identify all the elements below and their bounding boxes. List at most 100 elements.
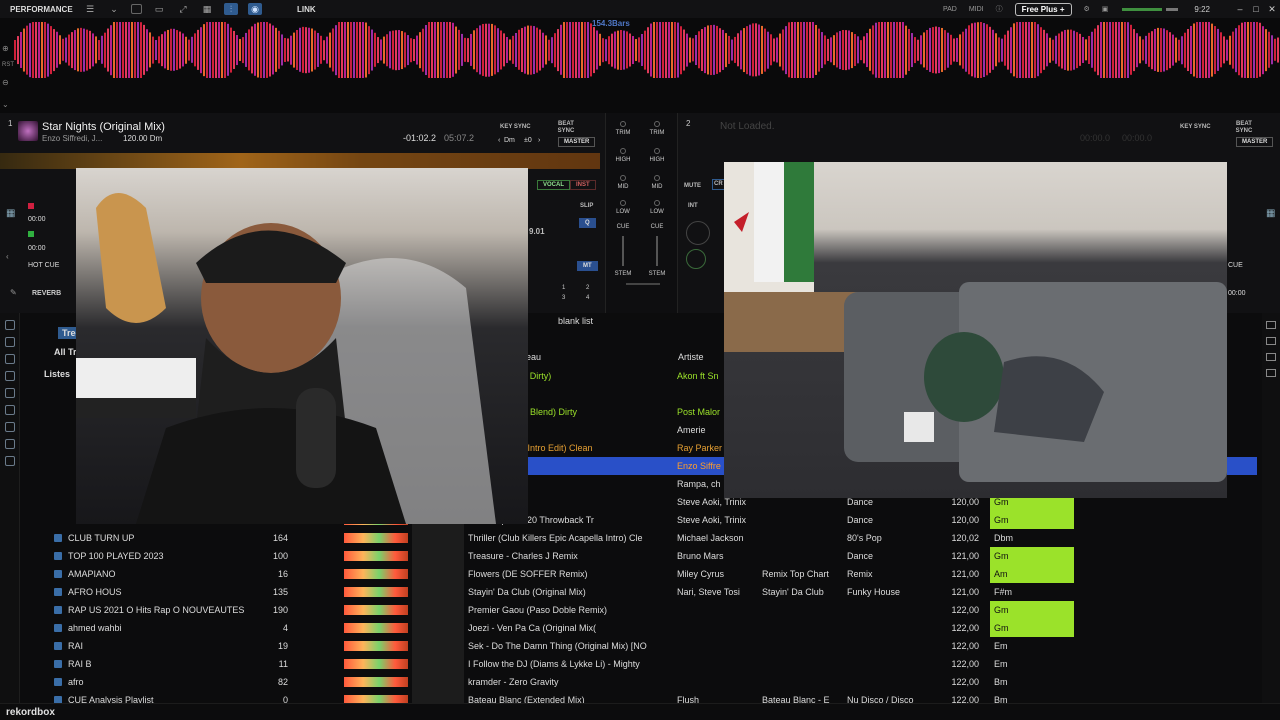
link-button[interactable]: LINK xyxy=(297,5,316,14)
key-chevron-left-icon[interactable]: ‹ xyxy=(498,137,500,144)
table-row[interactable]: Joezi - Ven Pa Ca (Original Mix(122,00 Gm xyxy=(322,619,1257,637)
channel-fader[interactable] xyxy=(656,236,658,266)
zoom-out-icon[interactable]: ⊖ xyxy=(2,78,9,87)
table-row[interactable]: Sek - Do The Damn Thing (Original Mix) [… xyxy=(322,637,1257,655)
info-icon[interactable]: ⓘ xyxy=(996,4,1003,14)
grid-icon[interactable] xyxy=(1266,369,1276,377)
fx-icon[interactable]: ✎ xyxy=(10,288,17,297)
quantize-button[interactable]: Q xyxy=(579,218,596,228)
table-row[interactable]: Flowers (DE SOFFER Remix) Miley Cyrus Remi… xyxy=(322,565,1257,583)
hot-cue-dropdown[interactable]: HOT CUE xyxy=(28,262,59,269)
sync-icon[interactable]: ◉ xyxy=(248,3,262,15)
midi-label[interactable]: MIDI xyxy=(969,6,984,13)
close-icon[interactable]: ✕ xyxy=(1264,4,1280,15)
tag-icon[interactable] xyxy=(1266,337,1276,345)
tag-icon[interactable] xyxy=(4,388,15,398)
cr-button[interactable]: CR xyxy=(712,179,725,190)
play-button[interactable] xyxy=(686,249,706,269)
zoom-in-icon[interactable]: ⊕ xyxy=(2,44,9,53)
key-chevron-right-icon[interactable]: › xyxy=(538,137,540,144)
device-icon[interactable] xyxy=(4,422,15,432)
mini-waveform xyxy=(344,659,408,669)
hot-cue-a[interactable] xyxy=(28,203,34,209)
cue-button[interactable]: CUE xyxy=(646,223,668,232)
stem-button[interactable]: STEM xyxy=(646,270,668,279)
blank-list-tab[interactable]: blank list xyxy=(558,316,593,326)
table-row[interactable]: I Follow the DJ (Diams & Lykke Li) - Mig… xyxy=(322,655,1257,673)
deck-1-waveform[interactable] xyxy=(0,153,600,169)
hot-cue-b[interactable] xyxy=(28,231,34,237)
layout-icon[interactable]: ☰ xyxy=(83,3,97,15)
table-row[interactable]: kramder - Zero Gravity 122,00 Bm xyxy=(322,673,1257,691)
grid-icon[interactable]: ▦ xyxy=(6,208,15,219)
master-tempo-button[interactable]: MT xyxy=(577,261,598,271)
mute-button[interactable]: MUTE xyxy=(684,183,701,190)
mixer-icon[interactable]: ⫶ xyxy=(224,3,238,15)
master-button[interactable]: MASTER xyxy=(1236,137,1274,147)
minimize-icon[interactable]: – xyxy=(1232,4,1248,14)
hot-cue-dropdown[interactable]: CUE xyxy=(1228,262,1243,269)
channel-fader[interactable] xyxy=(622,236,624,266)
table-row[interactable]: Thriller (Club Killers Epic Acapella Int… xyxy=(322,529,1257,547)
vocal-button[interactable]: VOCAL xyxy=(537,180,570,190)
jog-knob[interactable] xyxy=(686,221,710,245)
playlists-folder[interactable]: Listes xyxy=(44,369,70,379)
sync-icon[interactable] xyxy=(4,456,15,466)
sampler-icon[interactable]: ▭ xyxy=(152,3,166,15)
all-tracks-item[interactable]: All Tr xyxy=(54,347,77,357)
waveform-bar xyxy=(71,31,73,69)
grid-icon[interactable] xyxy=(4,405,15,415)
mode-selector[interactable]: PERFORMANCE xyxy=(0,5,78,14)
fx-reverb-label[interactable]: REVERB xyxy=(32,290,61,297)
monitor-icon[interactable]: ▣ xyxy=(1102,5,1109,13)
maximize-icon[interactable]: □ xyxy=(1248,4,1264,14)
playlist-item[interactable]: AFRO HOUS 135 xyxy=(22,583,318,601)
cloud-icon[interactable] xyxy=(4,439,15,449)
chevron-left-icon[interactable]: ‹ xyxy=(6,252,9,261)
overview-waveform[interactable]: 154.3Bars ⊕ RST ⊖ ⌄ xyxy=(0,18,1280,113)
waveform-bar xyxy=(425,24,427,76)
key-sync-button[interactable]: KEY SYNC xyxy=(1180,124,1211,131)
grid-icon[interactable]: ▦ xyxy=(200,3,214,15)
key-sync-button[interactable]: KEY SYNC xyxy=(500,124,531,131)
playlist-item[interactable]: afro 82 xyxy=(22,673,318,691)
table-row[interactable]: Treasure - Charles J Remix Bruno Mars Danc… xyxy=(322,547,1257,565)
info-icon[interactable] xyxy=(1266,353,1276,361)
table-row[interactable]: Premier Gaou (Paso Doble Remix) 122,00 Gm xyxy=(322,601,1257,619)
collection-icon[interactable] xyxy=(4,320,15,330)
crossfader[interactable] xyxy=(626,283,660,285)
expand-icon[interactable]: ⤢ xyxy=(176,3,190,15)
int-button[interactable]: INT xyxy=(688,203,698,210)
search-icon[interactable] xyxy=(4,354,15,364)
history-icon[interactable] xyxy=(4,371,15,381)
grid-icon[interactable]: ▦ xyxy=(1266,208,1275,219)
playlist-item[interactable]: ahmed wahbi 4 xyxy=(22,619,318,637)
master-button[interactable]: MASTER xyxy=(558,137,596,147)
record-icon[interactable] xyxy=(131,4,142,14)
playlist-item[interactable]: RAP US 2021 O Hits Rap O NOUVEAUTES 190 xyxy=(22,601,318,619)
chevron-down-icon[interactable]: ⌄ xyxy=(2,100,9,109)
column-title[interactable]: eau xyxy=(526,352,541,362)
beat-sync-button[interactable]: BEAT SYNC xyxy=(556,121,576,135)
reset-label[interactable]: RST xyxy=(2,62,14,68)
cue-button[interactable]: CUE xyxy=(612,223,634,232)
gear-icon[interactable]: ⚙ xyxy=(1084,5,1090,13)
plan-button[interactable]: Free Plus + xyxy=(1014,2,1072,16)
list-icon[interactable] xyxy=(1266,321,1276,329)
waveform-bar xyxy=(1022,22,1024,78)
playlist-icon[interactable] xyxy=(4,337,15,347)
chevron-down-icon[interactable]: ⌄ xyxy=(107,3,121,15)
column-artist[interactable]: Artiste xyxy=(678,352,704,362)
playlist-item[interactable]: RAI 19 xyxy=(22,637,318,655)
stem-button[interactable]: STEM xyxy=(612,270,634,279)
playlist-item[interactable]: TOP 100 PLAYED 2023 100 xyxy=(22,547,318,565)
playlist-item[interactable]: CLUB TURN UP 164 xyxy=(22,529,318,547)
table-row[interactable]: Stayin' Da Club (Original Mix) Nari, Stev… xyxy=(322,583,1257,601)
pad-label[interactable]: PAD xyxy=(943,6,957,13)
slip-button[interactable]: SLIP xyxy=(580,203,593,210)
waveform-bar xyxy=(770,34,772,66)
playlist-item[interactable]: AMAPIANO 16 xyxy=(22,565,318,583)
beat-sync-button[interactable]: BEAT SYNC xyxy=(1234,121,1254,135)
playlist-item[interactable]: RAI B 11 xyxy=(22,655,318,673)
inst-button[interactable]: INST xyxy=(570,180,596,190)
